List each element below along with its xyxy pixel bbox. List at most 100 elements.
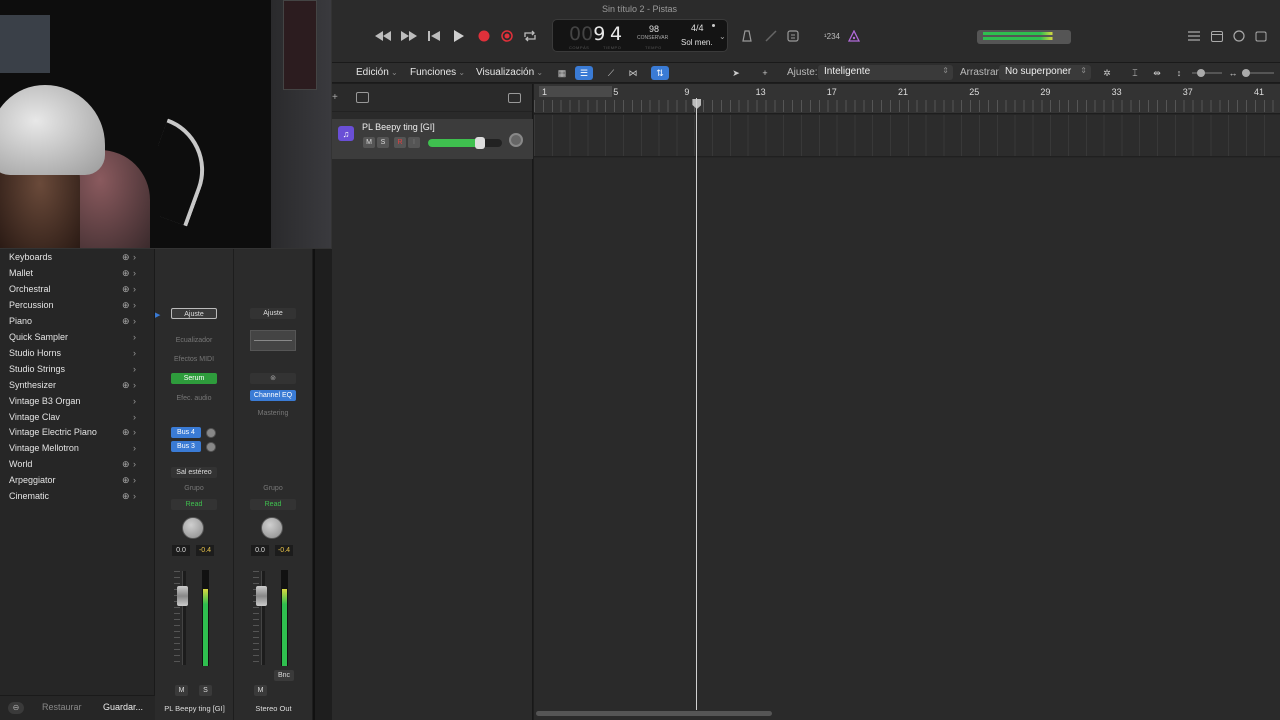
inst-setting-button[interactable]: Ajuste — [171, 308, 217, 319]
library-item[interactable]: Vintage Mellotron › — [0, 443, 155, 457]
download-icon[interactable]: ⊕ — [122, 316, 130, 327]
out-mastering-slot[interactable]: Mastering — [250, 408, 296, 419]
catch-playhead-icon[interactable]: ⇅ — [651, 66, 669, 80]
library-item[interactable]: Vintage Clav › — [0, 412, 155, 426]
playhead[interactable] — [696, 98, 698, 710]
track-header[interactable]: ♫ PL Beepy ting [GI] M S R I — [332, 119, 533, 159]
vertical-zoom-icon[interactable]: ⌶ — [1126, 66, 1144, 80]
go-to-start-icon[interactable] — [425, 28, 443, 44]
chevron-right-icon[interactable]: › — [133, 380, 136, 390]
pointer-tool-icon[interactable]: ➤ — [725, 66, 747, 80]
out-plugin-slot[interactable]: Channel EQ — [250, 390, 296, 401]
out-group-slot[interactable]: Grupo — [250, 483, 296, 494]
inst-instrument-slot[interactable]: Serum — [171, 373, 217, 384]
inst-eq-slot[interactable]: Ecualizador — [171, 335, 217, 346]
library-item[interactable]: World ⊕ › — [0, 459, 155, 473]
lcd-display[interactable]: 009 4 COMPÁS TIEMPO 98 CONSERVAR TEMPO 4… — [552, 19, 728, 52]
chevron-right-icon[interactable]: › — [133, 284, 136, 294]
chevron-right-icon[interactable]: › — [133, 252, 136, 262]
track-lane[interactable] — [534, 115, 1280, 157]
grid-view-icon[interactable]: ▦ — [553, 66, 571, 80]
chevron-right-icon[interactable]: › — [133, 427, 136, 437]
out-bounce-button[interactable]: Bnc — [274, 670, 294, 681]
library-item[interactable]: Vintage B3 Organ › — [0, 396, 155, 410]
vertical-zoom-knob[interactable] — [1197, 69, 1205, 77]
horizontal-zoom-small-icon[interactable]: ↔ — [1224, 66, 1242, 80]
list-view-icon[interactable]: ☰ — [575, 66, 593, 80]
pencil-tool-icon[interactable]: + — [754, 66, 776, 80]
record-icon[interactable] — [475, 28, 493, 44]
notepad-icon[interactable] — [786, 29, 800, 43]
inst-group-slot[interactable]: Grupo — [171, 483, 217, 494]
horizontal-zoom-icon[interactable]: ⇹ — [1148, 66, 1166, 80]
library-item[interactable]: Keyboards ⊕ › — [0, 252, 155, 266]
inst-solo-button[interactable]: S — [199, 685, 212, 696]
download-icon[interactable]: ⊕ — [122, 380, 130, 391]
library-item[interactable]: Studio Strings › — [0, 364, 155, 378]
library-item[interactable]: Synthesizer ⊕ › — [0, 380, 155, 394]
out-setting-button[interactable]: Ajuste — [250, 308, 296, 319]
download-icon[interactable]: ⊕ — [122, 475, 130, 486]
cycle-icon[interactable] — [521, 28, 539, 44]
horizontal-scrollbar[interactable] — [536, 711, 772, 716]
download-icon[interactable]: ⊕ — [122, 459, 130, 470]
library-item[interactable]: Mallet ⊕ › — [0, 268, 155, 282]
library-item[interactable]: Percussion ⊕ › — [0, 300, 155, 314]
inst-midi-fx-slot[interactable]: Efectos MIDI — [171, 354, 217, 365]
view-menu[interactable]: Visualización — [476, 67, 543, 78]
chevron-right-icon[interactable]: › — [133, 300, 136, 310]
link-icon[interactable]: ⊚ — [250, 373, 296, 384]
track-mute-button[interactable]: M — [363, 137, 375, 148]
inst-send-1-knob[interactable] — [206, 428, 216, 438]
tuner-icon[interactable] — [764, 29, 778, 43]
chevron-right-icon[interactable]: › — [133, 332, 136, 342]
inst-send-2[interactable]: Bus 3 — [171, 441, 201, 452]
library-options-icon[interactable]: ⊖ — [8, 702, 24, 714]
chevron-right-icon[interactable]: › — [133, 364, 136, 374]
download-icon[interactable]: ⊕ — [122, 268, 130, 279]
chevron-right-icon[interactable]: › — [133, 459, 136, 469]
chevron-right-icon[interactable]: › — [133, 412, 136, 422]
rewind-icon[interactable] — [374, 28, 392, 44]
region-inspector-icon[interactable] — [508, 93, 521, 103]
chevron-right-icon[interactable]: › — [133, 348, 136, 358]
play-icon[interactable] — [450, 28, 468, 44]
inst-output-slot[interactable]: Sal estéreo — [171, 467, 217, 478]
download-icon[interactable]: ⊕ — [122, 491, 130, 502]
library-item[interactable]: Piano ⊕ › — [0, 316, 155, 330]
automation-icon[interactable]: ⟋ — [602, 66, 620, 80]
track-input-monitor-button[interactable]: I — [408, 137, 420, 148]
cycle-region[interactable] — [539, 86, 612, 97]
track-volume-knob[interactable] — [475, 137, 485, 149]
capture-record-icon[interactable] — [498, 28, 516, 44]
vertical-zoom-slider[interactable] — [1192, 69, 1222, 77]
inst-audio-fx-slot[interactable]: Efec. audio — [171, 393, 217, 404]
track-volume-slider[interactable] — [428, 137, 502, 149]
save-button[interactable]: Guardar... — [103, 702, 143, 712]
fast-forward-icon[interactable] — [400, 28, 418, 44]
count-in[interactable]: ¹234 — [820, 29, 844, 43]
track-name[interactable]: PL Beepy ting [GI] — [362, 122, 435, 132]
chevron-right-icon[interactable]: › — [133, 268, 136, 278]
edit-menu[interactable]: Edición — [356, 67, 398, 78]
inst-send-2-knob[interactable] — [206, 442, 216, 452]
inst-mute-button[interactable]: M — [175, 685, 188, 696]
list-editors-icon[interactable] — [1187, 29, 1201, 43]
library-item[interactable]: Cinematic ⊕ › — [0, 491, 155, 505]
library-item[interactable]: Studio Horns › — [0, 348, 155, 362]
download-icon[interactable]: ⊕ — [122, 427, 130, 438]
snap-select[interactable]: Inteligente — [818, 65, 953, 80]
drag-select[interactable]: No superponer — [999, 65, 1091, 80]
download-icon[interactable]: ⊕ — [122, 300, 130, 311]
inst-volume-fader[interactable] — [177, 586, 188, 606]
track-height-icon[interactable]: ↕ — [1170, 66, 1188, 80]
out-mute-button[interactable]: M — [254, 685, 267, 696]
chevron-right-icon[interactable]: › — [133, 443, 136, 453]
global-tracks-icon[interactable] — [356, 92, 369, 103]
tuning-warning-icon[interactable] — [847, 29, 861, 43]
out-pan-knob[interactable] — [261, 517, 283, 539]
library-item[interactable]: Vintage Electric Piano ⊕ › — [0, 427, 155, 441]
chevron-right-icon[interactable]: › — [133, 316, 136, 326]
add-track-icon[interactable]: + — [332, 92, 338, 103]
waveform-zoom-icon[interactable]: ✲ — [1098, 66, 1116, 80]
